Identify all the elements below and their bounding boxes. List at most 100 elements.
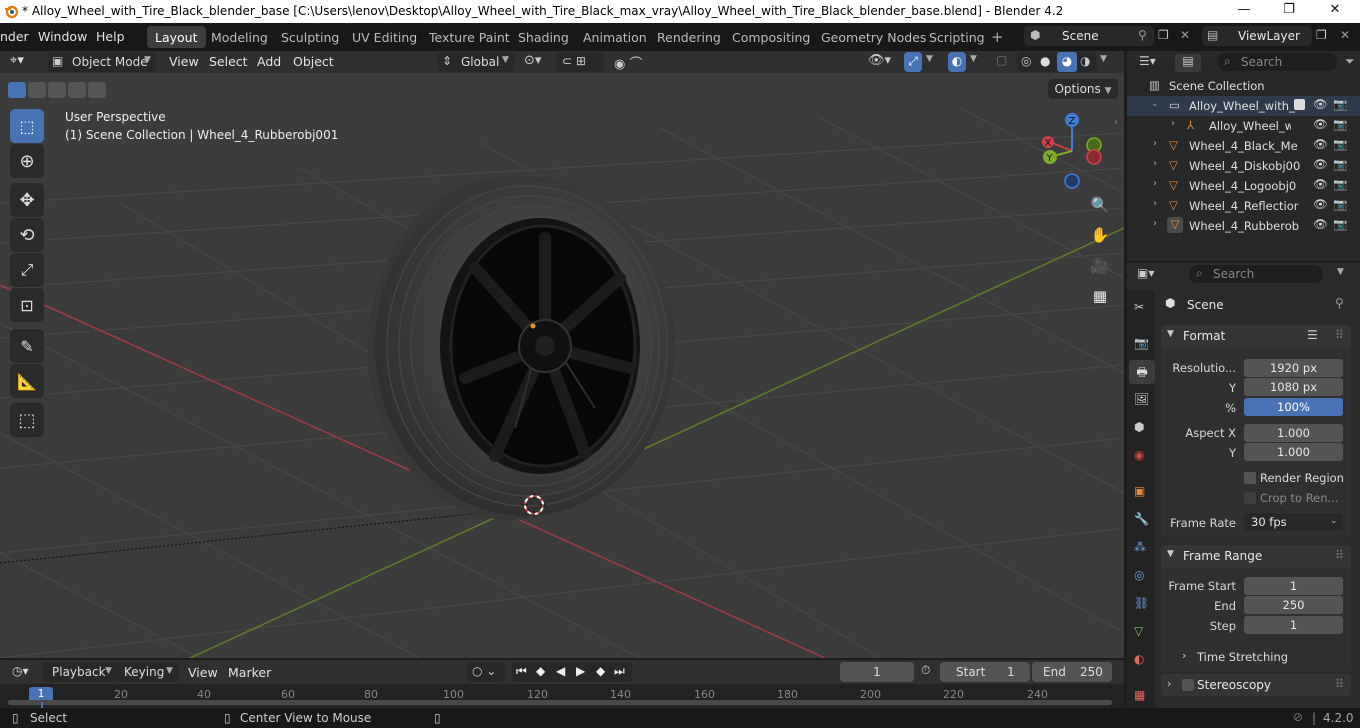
pin-icon[interactable]: ⚲ <box>1335 296 1344 310</box>
timeline-editor-icon[interactable]: ◷▾ <box>12 664 29 678</box>
resolution-percent-field[interactable]: 100% <box>1244 398 1343 416</box>
chevron-right-icon[interactable]: › <box>1153 218 1157 229</box>
rotate-tool[interactable]: ⟲ <box>10 218 44 252</box>
menu-add[interactable]: Add <box>257 54 281 69</box>
chevron-right-icon[interactable]: › <box>1153 198 1157 209</box>
chevron-right-icon[interactable]: › <box>1153 138 1157 149</box>
view-layer-selector[interactable]: ▤ ViewLayer <box>1202 26 1312 46</box>
eye-icon[interactable]: 👁 <box>1313 217 1328 231</box>
camera-icon[interactable]: 📷 <box>1333 177 1347 191</box>
close-button[interactable]: ✕ <box>1312 2 1358 20</box>
play-reverse-icon[interactable]: ◀ <box>556 664 565 678</box>
timeline-marker-menu[interactable]: Marker <box>228 665 271 680</box>
display-mode-icon[interactable]: ▤ <box>1175 54 1201 72</box>
overlays-toggle-icon[interactable]: ◐ <box>948 52 966 72</box>
camera-icon[interactable]: 📷 <box>1333 97 1347 111</box>
outliner-item[interactable]: ⌄ ▭ Alloy_Wheel_with_T 👁 📷 <box>1127 96 1360 116</box>
resolution-x-field[interactable]: 1920 px <box>1244 359 1343 377</box>
chevron-down-icon[interactable]: ▼ <box>1100 54 1107 64</box>
physics-tab-icon[interactable]: ◎ <box>1134 568 1150 584</box>
eye-icon[interactable]: 👁 <box>1313 117 1328 131</box>
tab-sculpting[interactable]: Sculpting <box>273 26 347 48</box>
include-checkbox[interactable] <box>1294 99 1305 110</box>
navigation-gizmo[interactable]: Z X Y <box>1034 109 1106 191</box>
new-scene-icon[interactable]: ❐ <box>1158 28 1169 42</box>
outliner-item[interactable]: › ▽ Wheel_4_Logoobj0 👁 📷 <box>1127 176 1360 196</box>
resolution-y-field[interactable]: 1080 px <box>1244 378 1343 396</box>
menu-object[interactable]: Object <box>293 54 334 69</box>
drag-handle-icon[interactable]: ⠿ <box>1335 677 1344 691</box>
xray-icon[interactable]: ▢ <box>996 53 1007 67</box>
time-stretching-subpanel[interactable]: › Time Stretching <box>1182 648 1342 666</box>
camera-icon[interactable]: 📷 <box>1333 217 1347 231</box>
stereoscopy-panel-header[interactable]: › Stereoscopy ⠿ <box>1161 674 1351 696</box>
drag-handle-icon[interactable]: ⠿ <box>1335 328 1344 342</box>
outliner-scene-collection[interactable]: ▥ Scene Collection <box>1127 76 1360 96</box>
texture-tab-icon[interactable]: ▦ <box>1134 688 1150 704</box>
current-frame-field[interactable]: 1 <box>840 662 914 682</box>
object-tab-icon[interactable]: ▣ <box>1134 484 1150 500</box>
frame-step-field[interactable]: 1 <box>1244 616 1343 634</box>
chevron-right-icon[interactable]: › <box>1153 158 1157 169</box>
orthographic-toggle-button[interactable]: ▦ <box>1087 283 1113 309</box>
menu-view[interactable]: View <box>169 54 199 69</box>
jump-end-icon[interactable]: ⏭ <box>614 664 625 679</box>
select-intersect-icon[interactable] <box>88 82 106 98</box>
data-tab-icon[interactable]: ▽ <box>1134 624 1150 640</box>
tab-animation[interactable]: Animation <box>575 26 655 48</box>
visibility-icon[interactable]: 👁▾ <box>868 53 891 68</box>
zoom-button[interactable]: 🔍 <box>1087 192 1113 218</box>
pan-button[interactable]: ✋ <box>1087 222 1113 248</box>
editor-type-icon[interactable]: ⌖▾ <box>10 53 24 68</box>
new-view-layer-icon[interactable]: ❐ <box>1316 28 1327 42</box>
camera-view-button[interactable]: 🎥 <box>1087 253 1113 279</box>
next-keyframe-icon[interactable]: ◆ <box>596 664 605 678</box>
wireframe-shading-icon[interactable]: ◎ <box>1021 54 1031 68</box>
outliner-item[interactable]: › ⅄ Alloy_Wheel_wi 👁 📷 <box>1127 116 1360 136</box>
properties-search-input[interactable]: ⌕ Search <box>1189 265 1323 283</box>
outliner-item[interactable]: › ▽ Wheel_4_Reflectior 👁 📷 <box>1127 196 1360 216</box>
pivot-point-icon[interactable]: ⊙▾ <box>524 53 541 68</box>
end-frame-field[interactable]: End 250 <box>1032 662 1112 682</box>
chevron-down-icon[interactable]: ▼ <box>926 54 933 64</box>
tab-scripting[interactable]: Scripting <box>921 26 993 48</box>
material-shading-icon[interactable]: ◕ <box>1057 52 1077 72</box>
transform-orientation[interactable]: ⇕ Global ▼ <box>438 52 514 72</box>
eye-icon[interactable]: 👁 <box>1313 157 1328 171</box>
scene-selector[interactable]: ⬢ Scene ⚲ <box>1024 26 1154 46</box>
scene-tab-icon[interactable]: ⬢ <box>1134 420 1150 436</box>
select-new-icon[interactable] <box>8 82 26 98</box>
chevron-down-icon[interactable]: ▼ <box>1337 267 1344 277</box>
solid-shading-icon[interactable]: ● <box>1040 54 1050 68</box>
tab-texture-paint[interactable]: Texture Paint <box>421 26 518 48</box>
snap-icon[interactable]: ⊂ ⊞ <box>556 52 604 72</box>
view-layer-tab-icon[interactable]: 🖼 <box>1134 392 1150 408</box>
timeline-view-menu[interactable]: View <box>188 665 218 680</box>
outliner-item[interactable]: › ▽ Wheel_4_Diskobj00 👁 📷 <box>1127 156 1360 176</box>
outliner-editor-icon[interactable]: ☰▾ <box>1139 54 1156 68</box>
select-invert-icon[interactable] <box>68 82 86 98</box>
presets-icon[interactable]: ☰ <box>1307 328 1318 342</box>
tab-shading[interactable]: Shading <box>510 26 577 48</box>
render-region-checkbox[interactable] <box>1244 472 1256 484</box>
tab-uv-editing[interactable]: UV Editing <box>344 26 425 48</box>
camera-icon[interactable]: 📷 <box>1333 137 1347 151</box>
move-tool[interactable]: ✥ <box>10 183 44 217</box>
frame-range-panel-header[interactable]: ▼ Frame Range ⠿ <box>1161 545 1351 567</box>
outliner-item[interactable]: › ▽ Wheel_4_Rubberob 👁 📷 <box>1127 216 1360 236</box>
tab-geometry-nodes[interactable]: Geometry Nodes <box>813 26 934 48</box>
pin-icon[interactable]: ⚲ <box>1138 28 1147 42</box>
transform-tool[interactable]: ⊡ <box>10 288 44 322</box>
tab-rendering[interactable]: Rendering <box>649 26 729 48</box>
select-mode-buttons[interactable] <box>8 82 106 98</box>
tab-modeling[interactable]: Modeling <box>203 26 276 48</box>
output-tab-icon[interactable]: 🖶 <box>1129 360 1155 384</box>
outliner-search-input[interactable]: ⌕ Search <box>1217 53 1337 71</box>
timeline-ruler[interactable]: 1 20 40 60 80 100 120 140 160 180 200 22… <box>0 684 1124 708</box>
chevron-right-icon[interactable]: › <box>1171 118 1175 129</box>
world-tab-icon[interactable]: ◉ <box>1134 448 1150 464</box>
gizmo-toggle-icon[interactable]: ⤢ <box>904 52 922 72</box>
keying-menu[interactable]: Keying ▼ <box>116 662 178 682</box>
menu-help[interactable]: Help <box>96 29 125 44</box>
eye-icon[interactable]: 👁 <box>1313 137 1328 151</box>
